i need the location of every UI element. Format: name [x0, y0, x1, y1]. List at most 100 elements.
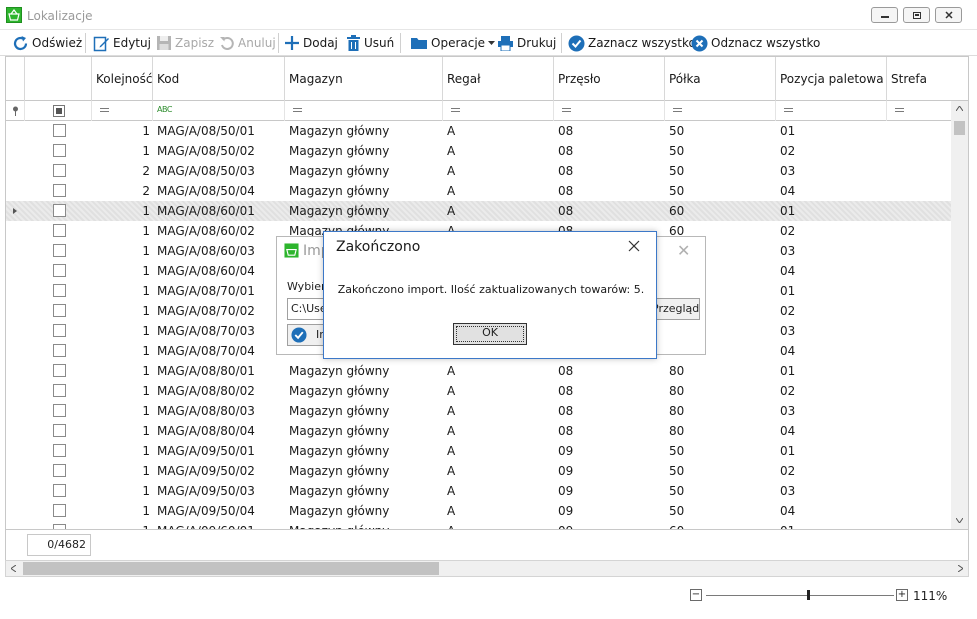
close-window-button[interactable]	[935, 7, 962, 23]
cell-span: 08	[558, 204, 574, 218]
table-row[interactable]: 1 MAG/A/08/80/04 Magazyn główny A 08 80 04	[6, 421, 951, 441]
minimize-button[interactable]	[871, 7, 898, 23]
cell-code: MAG/A/09/50/02	[157, 464, 255, 478]
zoom-slider-thumb[interactable]	[807, 590, 810, 600]
table-row[interactable]: 1 MAG/A/09/50/01 Magazyn główny A 09 50 01	[6, 441, 951, 461]
filter-checkbox-cell[interactable]	[25, 101, 92, 121]
cancel-button[interactable]: Anuluj	[219, 30, 276, 56]
row-checkbox[interactable]	[53, 264, 66, 277]
row-checkbox[interactable]	[53, 324, 66, 337]
trash-icon	[347, 35, 360, 51]
row-checkbox[interactable]	[53, 464, 66, 477]
table-row[interactable]: 2 MAG/A/08/50/04 Magazyn główny A 08 50 04	[6, 181, 951, 201]
column-header-pallet-position[interactable]: Pozycja paletowa	[776, 57, 887, 101]
select-all-checkbox[interactable]	[53, 105, 65, 117]
row-checkbox[interactable]	[53, 284, 66, 297]
column-header-span[interactable]: Przęsło	[554, 57, 665, 101]
print-button[interactable]: Drukuj	[497, 30, 556, 56]
row-checkbox[interactable]	[53, 504, 66, 517]
table-row[interactable]: 1 MAG/A/09/60/01 Magazyn główny A 09 60 01	[6, 521, 951, 529]
row-checkbox[interactable]	[53, 404, 66, 417]
refresh-label: Odśwież	[32, 36, 83, 50]
cell-code: MAG/A/08/80/02	[157, 384, 255, 398]
table-row[interactable]: 1 MAG/A/08/50/01 Magazyn główny A 08 50 01	[6, 121, 951, 141]
row-checkbox[interactable]	[53, 364, 66, 377]
filter-pallet-position[interactable]	[776, 101, 887, 121]
ok-button[interactable]: OK	[453, 323, 527, 345]
cell-span: 08	[558, 184, 574, 198]
vertical-scrollbar[interactable]	[951, 101, 968, 529]
current-row-indicator-icon	[13, 208, 17, 214]
column-header-shelf[interactable]: Półka	[665, 57, 776, 101]
row-checkbox[interactable]	[53, 164, 66, 177]
browse-button[interactable]: Przeglądaj	[651, 298, 700, 320]
column-header-code[interactable]: Kod	[153, 57, 285, 101]
maximize-button[interactable]	[903, 7, 930, 23]
row-checkbox[interactable]	[53, 124, 66, 137]
filter-rack[interactable]	[443, 101, 554, 121]
table-row[interactable]: 1 MAG/A/09/50/02 Magazyn główny A 09 50 02	[6, 461, 951, 481]
table-row[interactable]: 1 MAG/A/08/80/02 Magazyn główny A 08 80 02	[6, 381, 951, 401]
table-row[interactable]: 1 MAG/A/08/80/03 Magazyn główny A 08 80 03	[6, 401, 951, 421]
cell-code: MAG/A/08/50/02	[157, 144, 255, 158]
column-header-rack[interactable]: Regał	[443, 57, 554, 101]
cell-shelf: 50	[669, 464, 685, 478]
check-circle-icon	[291, 327, 307, 343]
cell-shelf: 50	[669, 184, 685, 198]
cell-rack: A	[447, 144, 456, 158]
import-dialog-close-icon[interactable]: ✕	[677, 241, 690, 260]
completion-dialog-close-button[interactable]	[624, 236, 644, 256]
app-basket-icon	[6, 7, 22, 23]
save-button[interactable]: Zapisz	[156, 30, 214, 56]
row-checkbox[interactable]	[53, 344, 66, 357]
table-row[interactable]: 2 MAG/A/08/50/03 Magazyn główny A 08 50 03	[6, 161, 951, 181]
row-checkbox[interactable]	[53, 144, 66, 157]
cell-warehouse: Magazyn główny	[289, 204, 390, 218]
horizontal-scroll-thumb[interactable]	[23, 562, 439, 575]
filter-warehouse[interactable]	[285, 101, 443, 121]
column-header-warehouse[interactable]: Magazyn	[285, 57, 443, 101]
cell-pallet: 02	[780, 384, 796, 398]
column-header-order[interactable]: Kolejność	[92, 57, 153, 101]
filter-zone[interactable]	[887, 101, 951, 121]
row-checkbox[interactable]	[53, 224, 66, 237]
table-row[interactable]: 1 MAG/A/08/60/01 Magazyn główny A 08 60 01	[6, 201, 951, 221]
refresh-button[interactable]: Odśwież	[12, 30, 82, 56]
zoom-in-button[interactable]: +	[896, 589, 908, 601]
zoom-out-button[interactable]: −	[690, 589, 702, 601]
horizontal-scrollbar[interactable]	[5, 560, 969, 577]
delete-button[interactable]: Usuń	[346, 30, 394, 56]
cell-pallet: 04	[780, 264, 796, 278]
cancel-label: Anuluj	[238, 36, 276, 50]
row-checkbox[interactable]	[53, 424, 66, 437]
select-all-button[interactable]: Zaznacz wszystko	[568, 30, 696, 56]
row-checkbox[interactable]	[53, 384, 66, 397]
row-checkbox[interactable]	[53, 244, 66, 257]
vertical-scroll-thumb[interactable]	[954, 121, 965, 135]
deselect-all-button[interactable]: Odznacz wszystko	[691, 30, 820, 56]
cell-order: 1	[142, 504, 150, 518]
filter-order[interactable]	[92, 101, 153, 121]
cell-pallet: 04	[780, 504, 796, 518]
row-checkbox[interactable]	[53, 184, 66, 197]
filter-pin-cell[interactable]	[6, 101, 25, 121]
table-row[interactable]: 1 MAG/A/09/50/04 Magazyn główny A 09 50 04	[6, 501, 951, 521]
row-checkbox[interactable]	[53, 444, 66, 457]
add-button[interactable]: Dodaj	[284, 30, 338, 56]
row-checkbox[interactable]	[53, 204, 66, 217]
cell-span: 09	[558, 444, 574, 458]
zoom-slider-track[interactable]	[706, 595, 894, 596]
row-checkbox[interactable]	[53, 484, 66, 497]
operations-dropdown[interactable]: Operacje	[410, 30, 496, 56]
cell-span: 08	[558, 124, 574, 138]
plus-icon	[285, 36, 299, 50]
table-row[interactable]: 1 MAG/A/08/50/02 Magazyn główny A 08 50 02	[6, 141, 951, 161]
edit-button[interactable]: Edytuj	[93, 30, 151, 56]
column-header-zone[interactable]: Strefa	[887, 57, 951, 101]
filter-code[interactable]: ABC	[153, 101, 285, 121]
table-row[interactable]: 1 MAG/A/09/50/03 Magazyn główny A 09 50 03	[6, 481, 951, 501]
filter-shelf[interactable]	[665, 101, 776, 121]
filter-span[interactable]	[554, 101, 665, 121]
table-row[interactable]: 1 MAG/A/08/80/01 Magazyn główny A 08 80 01	[6, 361, 951, 381]
row-checkbox[interactable]	[53, 304, 66, 317]
